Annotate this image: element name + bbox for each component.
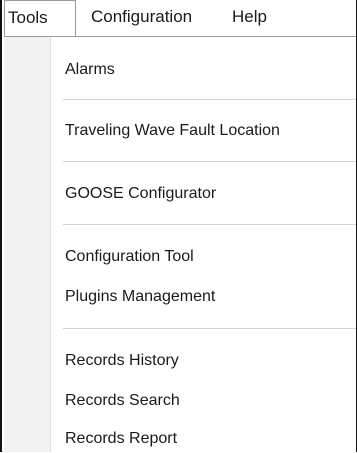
menu-item-traveling-wave-fault-location[interactable]: Traveling Wave Fault Location xyxy=(65,117,280,145)
menu-item-configuration-tool[interactable]: Configuration Tool xyxy=(65,243,194,271)
menu-separator xyxy=(63,99,356,100)
menu-item-plugins-management[interactable]: Plugins Management xyxy=(65,283,215,311)
menu-configuration[interactable]: Configuration xyxy=(91,0,192,36)
menu-icon-gutter xyxy=(4,37,51,452)
tools-dropdown-menu: Alarms Traveling Wave Fault Location GOO… xyxy=(4,36,356,452)
menu-separator xyxy=(63,161,356,162)
menu-item-records-report[interactable]: Records Report xyxy=(65,425,177,453)
menu-separator xyxy=(63,328,356,329)
menu-help[interactable]: Help xyxy=(232,0,267,36)
menu-item-records-history[interactable]: Records History xyxy=(65,347,179,375)
menu-bar: Tools Configuration Help xyxy=(4,0,356,36)
menu-item-records-search[interactable]: Records Search xyxy=(65,387,180,415)
menu-item-alarms[interactable]: Alarms xyxy=(65,56,115,84)
application-window: Tools Configuration Help Alarms Travelin… xyxy=(0,0,357,452)
menu-tools[interactable]: Tools xyxy=(4,0,76,36)
menu-item-goose-configurator[interactable]: GOOSE Configurator xyxy=(65,180,216,208)
menu-separator xyxy=(63,224,356,225)
